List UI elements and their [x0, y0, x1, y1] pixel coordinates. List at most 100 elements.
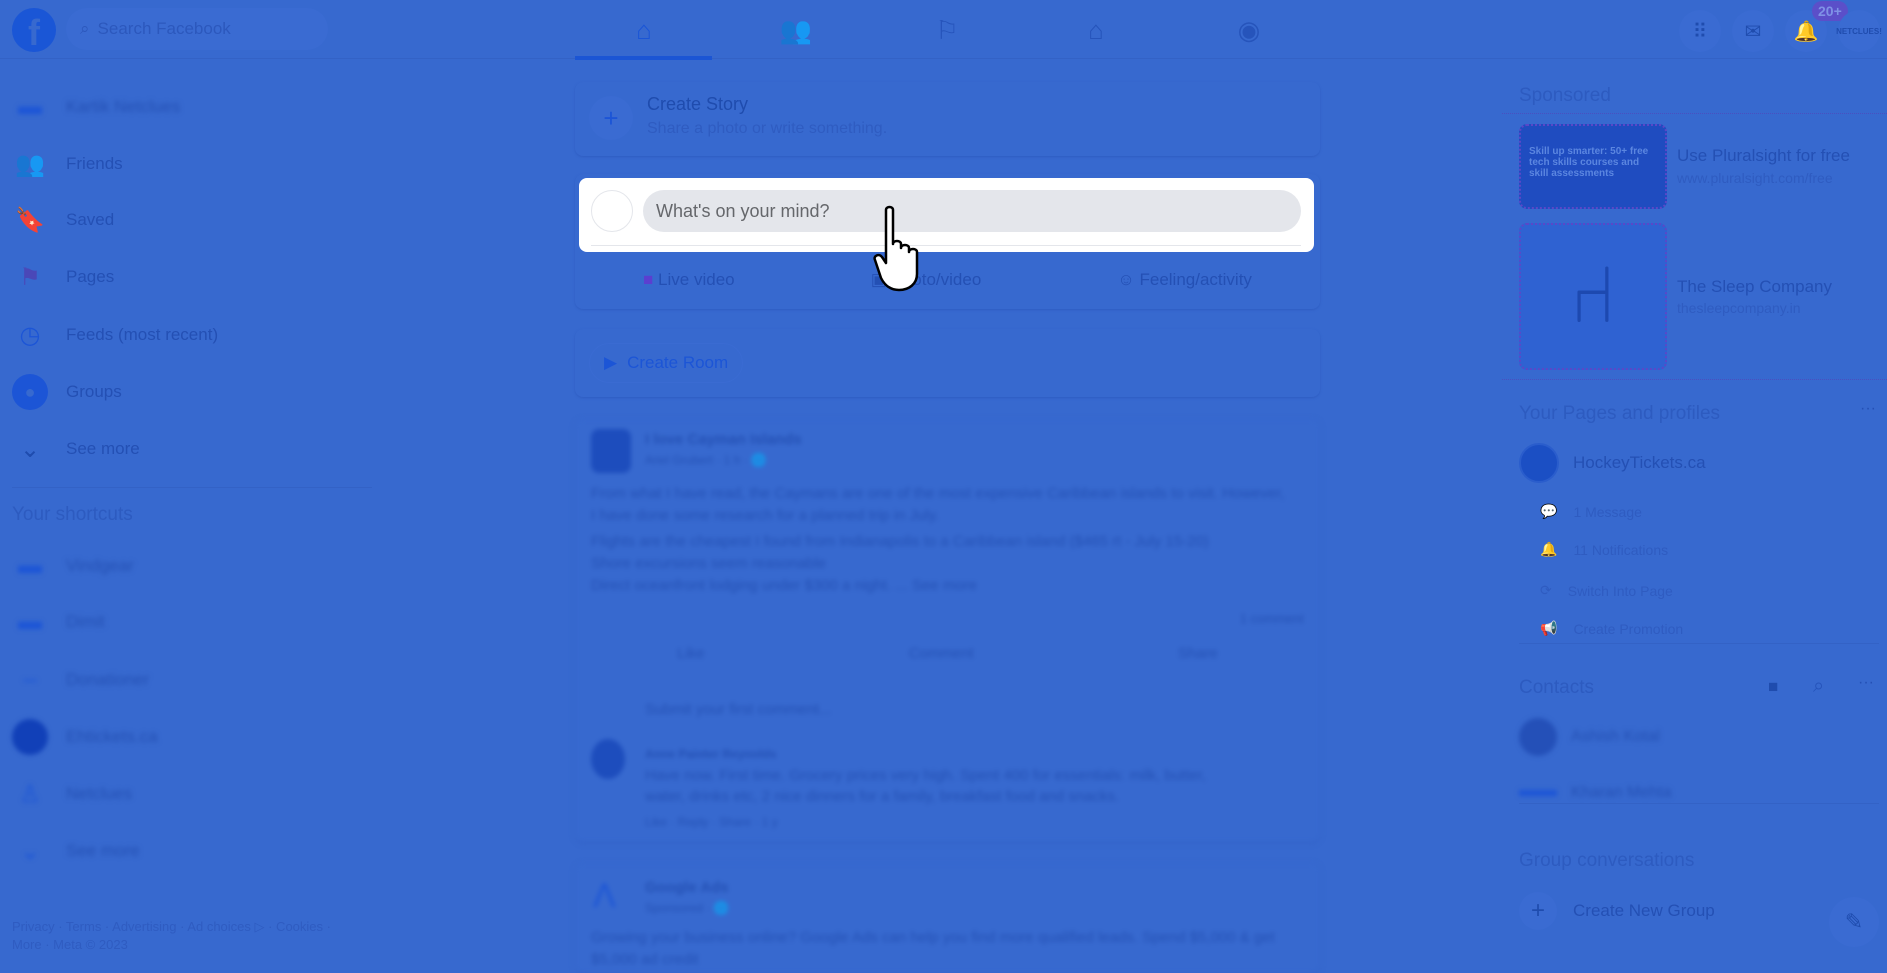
- nav-pages-flag-icon[interactable]: ⚐: [879, 8, 1015, 52]
- messenger-icon[interactable]: ✉: [1732, 10, 1774, 52]
- nav-friends-icon[interactable]: 👥: [728, 8, 864, 52]
- comment-text: Have now. First time. Grocery prices ver…: [645, 767, 1207, 805]
- footer-copyright[interactable]: More · Meta © 2023: [12, 937, 128, 952]
- shortcut-item[interactable]: ▬ Dimit: [12, 596, 105, 648]
- megaphone-icon: 📢: [1540, 620, 1558, 636]
- feeling-activity-button[interactable]: ☺ Feeling/activity: [1117, 270, 1252, 290]
- active-tab-indicator: [575, 56, 712, 60]
- sidebar-item-groups[interactable]: ● Groups: [12, 366, 122, 418]
- ad-title[interactable]: Use Pluralsight for free: [1677, 146, 1850, 166]
- create-room-card: ▶ Create Room: [575, 329, 1320, 397]
- chevron-down-icon: ⌄: [19, 435, 41, 463]
- divider: [591, 245, 1301, 246]
- sidebar-item-saved[interactable]: 🔖 Saved: [12, 194, 114, 246]
- friends-icon: 👥: [15, 150, 45, 178]
- avatar: [1519, 718, 1557, 756]
- chat-icon: 💬: [1540, 503, 1558, 519]
- sidebar-item-friends[interactable]: 👥 Friends: [12, 138, 123, 190]
- new-message-compose-icon[interactable]: ✎: [1829, 897, 1879, 947]
- divider: [1519, 803, 1879, 804]
- shortcut-see-more[interactable]: ⌄ See more: [12, 825, 140, 877]
- avatar: [591, 739, 625, 779]
- whats-on-your-mind-input[interactable]: What's on your mind?: [643, 190, 1301, 232]
- create-room-button[interactable]: ▶ Create Room: [589, 343, 744, 383]
- post-author[interactable]: Google Ads: [645, 879, 729, 896]
- sidebar-profile[interactable]: ▬ Kartik Netclues: [12, 81, 180, 133]
- search-icon: ⌕: [80, 19, 90, 38]
- comment-button[interactable]: Comment: [909, 645, 974, 662]
- create-new-group-button[interactable]: + Create New Group: [1519, 892, 1715, 930]
- feeds-icon: ◷: [19, 321, 41, 349]
- divider: [1502, 113, 1887, 114]
- divider: [1502, 379, 1887, 380]
- post-author[interactable]: I love Cayman Islands: [645, 431, 802, 448]
- post-text: From what I have read, the Caymans are o…: [591, 485, 1285, 524]
- ad-url[interactable]: www.pluralsight.com/free: [1677, 170, 1833, 186]
- sidebar-item-pages[interactable]: ⚑ Pages: [12, 251, 114, 303]
- pages-title: Your Pages and profiles: [1519, 403, 1721, 424]
- shortcut-item[interactable]: ▬ Vindgear: [12, 540, 134, 592]
- page-messages[interactable]: 💬 1 Message: [1540, 503, 1642, 520]
- composer-highlight: What's on your mind?: [579, 178, 1314, 252]
- shortcut-item[interactable]: ♙ Netclues: [12, 768, 132, 820]
- comment-author: Anne Painter Reynolds: [645, 747, 777, 761]
- bell-icon: 🔔: [1540, 541, 1558, 557]
- search-icon[interactable]: ⌕: [1813, 675, 1824, 698]
- post-card: I love Cayman Islands Ariel Grubert · 1 …: [575, 419, 1320, 842]
- page-notifications[interactable]: 🔔 11 Notifications: [1540, 541, 1668, 558]
- plus-icon: +: [589, 96, 633, 140]
- sponsored-title: Sponsored: [1519, 85, 1611, 106]
- post-meta: Sponsored · 🌐: [645, 901, 729, 915]
- nav-home-icon[interactable]: ⌂: [576, 8, 712, 52]
- avatar: [591, 190, 633, 232]
- footer-links[interactable]: Privacy · Terms · Advertising · Ad choic…: [12, 919, 331, 935]
- sidebar-see-more[interactable]: ⌄ See more: [12, 423, 140, 475]
- live-video-icon: ■: [643, 270, 659, 289]
- switch-into-page[interactable]: ⟳ Switch Into Page: [1540, 582, 1673, 599]
- shortcut-icon: [12, 719, 48, 755]
- video-plus-icon: ▶: [604, 353, 618, 372]
- page-name[interactable]: HockeyTickets.ca: [1573, 453, 1706, 473]
- create-story-subtitle: Share a photo or write something.: [647, 120, 888, 137]
- profile-avatar[interactable]: NETCLUES!: [1836, 10, 1882, 52]
- chair-ad-image[interactable]: ⑁: [1519, 223, 1667, 370]
- contact-item[interactable]: Kharan Mehta: [1519, 784, 1672, 802]
- ad-title[interactable]: The Sleep Company: [1677, 277, 1832, 297]
- share-button[interactable]: Share: [1178, 645, 1218, 662]
- nav-groups-icon[interactable]: ◉: [1181, 8, 1317, 52]
- comment-input[interactable]: Submit your first comment...: [645, 701, 832, 718]
- divider: [12, 487, 372, 488]
- shortcut-icon: –: [23, 666, 37, 693]
- shortcut-icon: ♙: [19, 780, 41, 808]
- like-button[interactable]: Like: [677, 645, 705, 662]
- comment-actions[interactable]: Like · Reply · Share · 1 y: [645, 815, 778, 829]
- facebook-logo[interactable]: f: [12, 8, 56, 53]
- new-room-video-icon[interactable]: ■: [1768, 677, 1778, 697]
- shortcut-icon: ▬: [18, 608, 42, 635]
- search-input[interactable]: ⌕ Search Facebook: [66, 8, 328, 50]
- pluralsight-ad-image[interactable]: Skill up smarter: 50+ free tech skills c…: [1519, 124, 1667, 209]
- menu-grid-icon[interactable]: ⠿: [1679, 10, 1721, 52]
- groups-icon: ●: [12, 374, 48, 410]
- ad-url[interactable]: thesleepcompany.in: [1677, 300, 1800, 316]
- bookmark-icon: 🔖: [15, 206, 45, 234]
- more-options-icon[interactable]: ···: [1860, 400, 1876, 418]
- contact-item[interactable]: Ashish Kotal: [1519, 718, 1660, 756]
- nav-marketplace-icon[interactable]: ⌂: [1028, 8, 1164, 52]
- sidebar-item-feeds[interactable]: ◷ Feeds (most recent): [12, 309, 219, 361]
- create-story-title: Create Story: [647, 94, 749, 114]
- live-video-button[interactable]: ■ Live video: [643, 270, 735, 290]
- create-promotion[interactable]: 📢 Create Promotion: [1540, 620, 1683, 637]
- flag-icon: ⚑: [19, 263, 41, 291]
- google-ads-logo-icon: Λ: [593, 877, 616, 915]
- more-options-icon[interactable]: ···: [1858, 674, 1874, 692]
- comments-count[interactable]: 1 comment: [1240, 611, 1304, 626]
- divider: [1519, 643, 1879, 644]
- shortcut-item[interactable]: – Donationer: [12, 654, 149, 706]
- shortcut-icon: ▬: [18, 552, 42, 579]
- contacts-title: Contacts: [1519, 677, 1594, 698]
- post-text: Growing your business online? Google Ads…: [591, 929, 1275, 968]
- create-story-card[interactable]: + Create Story Share a photo or write so…: [575, 82, 1320, 156]
- post-meta: Ariel Grubert · 1 h · 🌐: [645, 453, 766, 467]
- shortcut-item[interactable]: Ehtickets.ca: [12, 711, 158, 763]
